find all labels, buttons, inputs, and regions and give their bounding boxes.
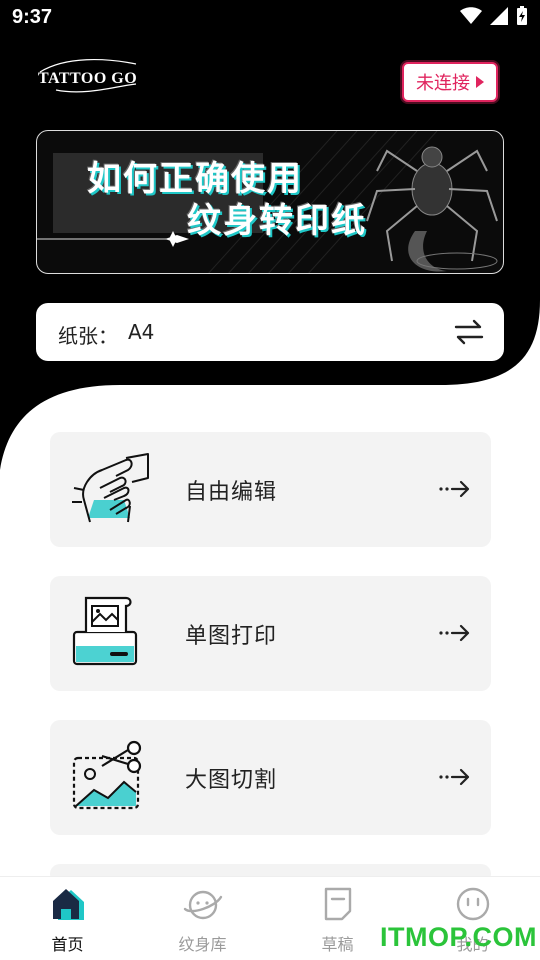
tattoo-go-logo: TATTOO GO: [38, 59, 137, 93]
paper-size-selector[interactable]: 纸张： A4: [36, 303, 504, 361]
home-icon: [52, 889, 84, 920]
status-icons: [460, 6, 528, 26]
single-print-card[interactable]: 单图打印: [50, 576, 491, 691]
status-time: 9:37: [12, 6, 53, 28]
tab-tattoo-library-label: 纹身库: [178, 935, 227, 954]
profile-icon: [456, 887, 489, 921]
arrow-right-icon: [439, 624, 470, 642]
scissors-cut-icon: [72, 740, 142, 810]
arrow-right-icon: [439, 768, 470, 786]
paper-label: 纸张：: [58, 324, 118, 348]
hand-edit-icon: [72, 453, 149, 523]
battery-icon: [517, 6, 527, 25]
swap-icon[interactable]: [454, 318, 484, 346]
banner-title-line2: 纹身转印纸: [187, 201, 367, 241]
single-print-label: 单图打印: [185, 624, 278, 649]
free-edit-label: 自由编辑: [185, 480, 278, 505]
paper-size-value: A4: [128, 320, 155, 344]
tutorial-banner[interactable]: 如何正确使用 纹身转印纸: [36, 130, 504, 274]
wifi-icon: [460, 7, 482, 24]
tab-home[interactable]: 首页: [0, 877, 135, 960]
status-bar: 9:37: [0, 0, 540, 36]
connection-status-button[interactable]: 未连接: [402, 62, 498, 102]
planet-icon: [183, 890, 222, 920]
tab-tattoo-library[interactable]: 纹身库: [135, 877, 270, 960]
play-arrow-icon: [476, 76, 484, 88]
signal-icon: [490, 7, 508, 25]
connection-status-label: 未连接: [416, 73, 470, 94]
logo-text: TATTOO GO: [38, 70, 137, 87]
arrow-right-icon: [439, 480, 470, 498]
large-cut-card[interactable]: 大图切割: [50, 720, 491, 835]
draft-icon: [324, 887, 351, 921]
free-edit-card[interactable]: 自由编辑: [50, 432, 491, 547]
tab-home-label: 首页: [51, 935, 84, 954]
large-cut-label: 大图切割: [185, 768, 278, 793]
site-watermark: ITMOP.COM: [380, 922, 538, 952]
printer-icon: [72, 596, 138, 666]
